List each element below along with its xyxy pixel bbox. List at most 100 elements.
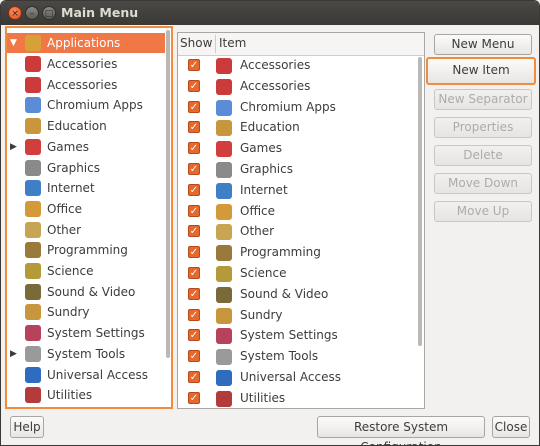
tree-item[interactable]: Sundry — [7, 302, 165, 322]
show-checkbox[interactable]: ✓ — [188, 204, 200, 217]
list-item-label: Universal Access — [240, 370, 341, 384]
title-bar[interactable]: × – □ Main Menu — [1, 1, 539, 25]
system-tools-icon — [25, 345, 41, 362]
show-checkbox[interactable]: ✓ — [188, 121, 200, 134]
graphics-icon — [25, 159, 41, 176]
list-item[interactable]: ✓ Programming — [178, 242, 418, 263]
list-item-label: Games — [240, 141, 282, 156]
list-item[interactable]: ✓ Education — [178, 117, 418, 138]
minimize-window-icon[interactable]: – — [25, 6, 39, 20]
show-checkbox[interactable]: ✓ — [188, 183, 200, 196]
tree-item[interactable]: Science — [7, 261, 165, 281]
show-checkbox[interactable]: ✓ — [188, 287, 200, 300]
list-item[interactable]: ✓ Games — [178, 138, 418, 159]
move-up-button[interactable]: Move Up — [434, 201, 532, 222]
list-item[interactable]: ✓ Accessories — [178, 55, 418, 76]
properties-button[interactable]: Properties — [434, 117, 532, 138]
expander-arrow-icon[interactable]: ▶ — [10, 344, 20, 364]
show-checkbox[interactable]: ✓ — [188, 79, 200, 92]
tree-item-label: Accessories — [47, 57, 118, 71]
list-header: Show Item — [178, 33, 424, 56]
expander-arrow-icon[interactable]: ▶ — [10, 137, 20, 157]
list-item[interactable]: ✓ Other — [178, 221, 418, 242]
move-down-button[interactable]: Move Down — [434, 173, 532, 194]
tree-item-label: Science — [47, 264, 94, 278]
tree-scrollbar[interactable] — [166, 30, 170, 358]
list-item[interactable]: ✓ Graphics — [178, 159, 418, 180]
list-item[interactable]: ✓ System Tools — [178, 346, 418, 367]
tree-item-label: Internet — [47, 181, 95, 196]
tree-item[interactable]: Graphics — [7, 158, 165, 178]
list-item-label: Internet — [240, 182, 288, 197]
tree-item[interactable]: Other — [7, 220, 165, 240]
tree-item-label: Universal Access — [47, 367, 148, 382]
new-separator-button[interactable]: New Separator — [434, 89, 532, 110]
menu-tree[interactable]: ▼ Applications Accessories Accessories Chr… — [5, 26, 173, 409]
tree-item[interactable]: Internet — [7, 178, 165, 198]
tree-item[interactable]: Utilities — [7, 385, 165, 405]
list-item[interactable]: ✓ Utilities — [178, 388, 418, 408]
tree-item[interactable]: Chromium Apps — [7, 95, 165, 115]
list-item[interactable]: ✓ Office — [178, 201, 418, 222]
tree-item[interactable]: ▶ Games — [7, 137, 165, 157]
column-header-item[interactable]: Item — [219, 36, 246, 50]
new-item-button[interactable]: New Item — [426, 57, 536, 85]
tree-item[interactable]: Sound & Video — [7, 282, 165, 302]
show-checkbox[interactable]: ✓ — [188, 391, 200, 404]
list-item[interactable]: ✓ System Settings — [178, 325, 418, 346]
show-checkbox[interactable]: ✓ — [188, 142, 200, 155]
show-checkbox[interactable]: ✓ — [188, 350, 200, 363]
item-list[interactable]: Show Item ✓ Accessories ✓ Accessories ✓ Chrom… — [177, 32, 425, 409]
tree-item[interactable]: ▶ System Tools — [7, 344, 165, 364]
science-icon — [216, 266, 232, 282]
list-item[interactable]: ✓ Science — [178, 263, 418, 284]
tree-item[interactable]: Programming — [7, 240, 165, 260]
applications-icon — [25, 35, 41, 51]
show-checkbox[interactable]: ✓ — [188, 59, 200, 71]
restore-system-configuration-button[interactable]: Restore System Configuration — [317, 416, 485, 445]
show-checkbox[interactable]: ✓ — [188, 371, 200, 383]
maximize-window-icon[interactable]: □ — [42, 6, 56, 20]
tree-item-label: Utilities — [47, 388, 93, 403]
list-item[interactable]: ✓ Internet — [178, 180, 418, 201]
chevron-down-icon[interactable]: ▼ — [10, 33, 20, 53]
education-icon — [216, 120, 232, 137]
games-icon — [216, 141, 232, 158]
list-item[interactable]: ✓ Sundry — [178, 305, 418, 326]
new-menu-button[interactable]: New Menu — [434, 34, 532, 55]
tree-item-label: System Tools — [47, 346, 126, 361]
show-checkbox[interactable]: ✓ — [188, 267, 200, 279]
tree-item[interactable]: System Settings — [7, 323, 165, 343]
help-button[interactable]: Help — [10, 416, 44, 438]
tree-item[interactable]: Office — [7, 199, 165, 219]
accessories-icon — [216, 58, 232, 74]
tree-item-label: Programming — [47, 243, 128, 258]
system-settings-icon — [216, 328, 232, 345]
chromium-icon — [25, 97, 41, 114]
office-icon — [25, 200, 41, 217]
tree-item-applications[interactable]: ▼ Applications — [7, 33, 165, 53]
tree-item[interactable]: Accessories — [7, 75, 165, 95]
show-checkbox[interactable]: ✓ — [188, 163, 200, 175]
close-window-icon[interactable]: × — [8, 6, 22, 20]
close-button[interactable]: Close — [492, 416, 530, 438]
tree-item[interactable]: Accessories — [7, 54, 165, 74]
delete-button[interactable]: Delete — [434, 145, 532, 166]
accessories-icon — [25, 56, 41, 72]
tree-item[interactable]: Education — [7, 116, 165, 136]
list-item[interactable]: ✓ Chromium Apps — [178, 97, 418, 118]
list-item[interactable]: ✓ Universal Access — [178, 367, 418, 388]
show-checkbox[interactable]: ✓ — [188, 246, 200, 259]
show-checkbox[interactable]: ✓ — [188, 308, 200, 321]
show-checkbox[interactable]: ✓ — [188, 329, 200, 342]
universal-access-icon — [25, 366, 41, 383]
list-item-label: Other — [240, 224, 275, 239]
list-item[interactable]: ✓ Accessories — [178, 76, 418, 97]
show-checkbox[interactable]: ✓ — [188, 225, 200, 238]
list-scrollbar[interactable] — [418, 57, 422, 346]
tree-item[interactable]: Universal Access — [7, 365, 165, 385]
sundry-icon — [25, 304, 41, 321]
show-checkbox[interactable]: ✓ — [188, 100, 200, 113]
column-header-show[interactable]: Show — [180, 36, 212, 50]
list-item[interactable]: ✓ Sound & Video — [178, 284, 418, 305]
